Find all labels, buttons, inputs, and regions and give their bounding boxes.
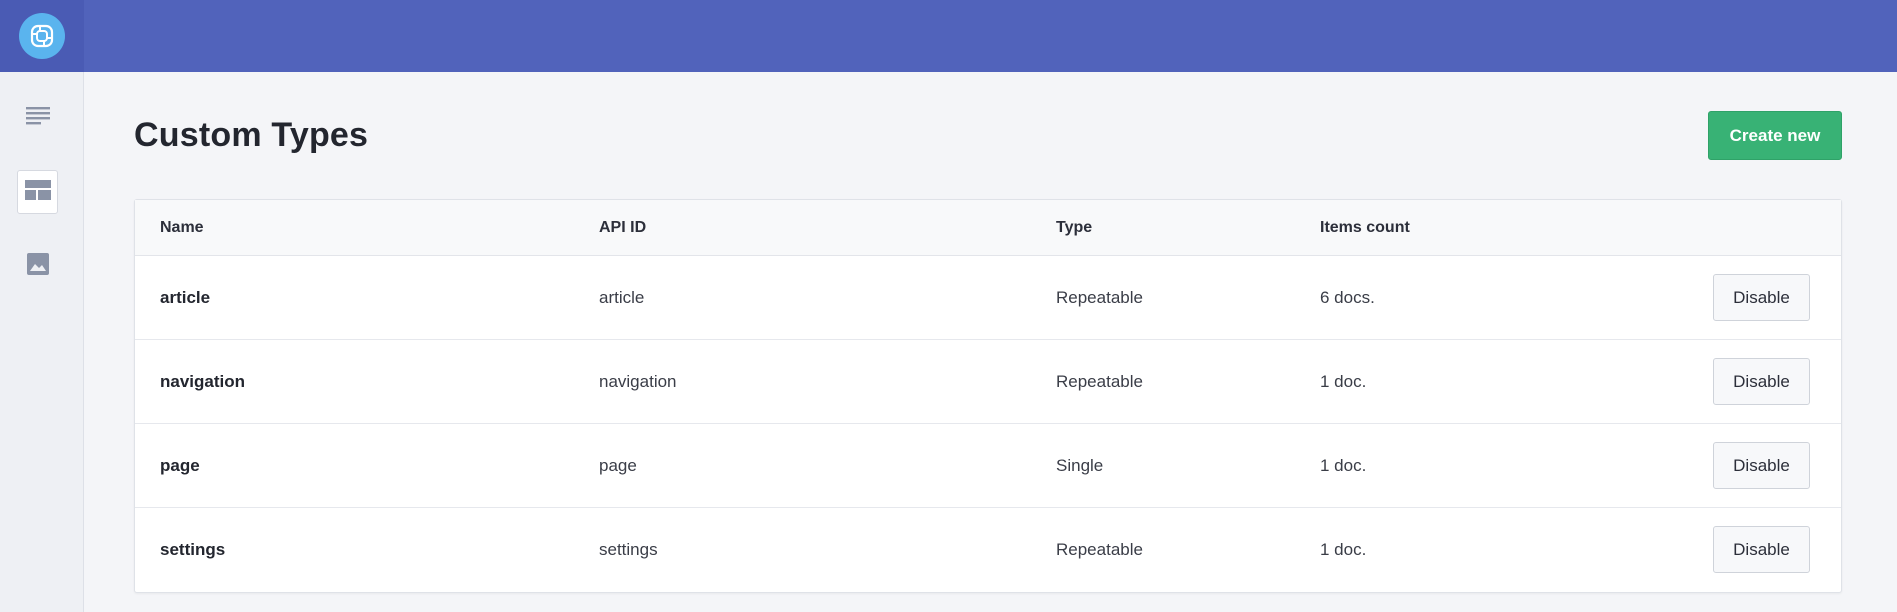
items-count: 1 doc. xyxy=(1320,456,1367,475)
sidebar xyxy=(0,72,84,612)
type-api-id: article xyxy=(599,288,645,307)
items-count: 1 doc. xyxy=(1320,372,1367,391)
column-header-type: Type xyxy=(1056,219,1093,236)
type-api-id: page xyxy=(599,456,637,475)
column-header-api-id: API ID xyxy=(599,219,647,236)
custom-types-table: Name API ID Type Items count article art… xyxy=(134,199,1842,593)
image-icon xyxy=(26,252,50,281)
disable-button[interactable]: Disable xyxy=(1713,274,1810,321)
items-count: 1 doc. xyxy=(1320,540,1367,559)
table-row[interactable]: settings settings Repeatable 1 doc. Disa… xyxy=(135,508,1841,592)
table-row[interactable]: article article Repeatable 6 docs. Disab… xyxy=(135,256,1841,340)
custom-types-layout-icon xyxy=(24,179,51,205)
sidebar-item-documents[interactable] xyxy=(17,95,58,139)
column-header-name: Name xyxy=(160,219,204,236)
page-title: Custom Types xyxy=(134,116,369,154)
type-name[interactable]: navigation xyxy=(160,340,245,424)
type-name[interactable]: article xyxy=(160,256,210,340)
list-lines-icon xyxy=(25,105,50,130)
type-api-id: settings xyxy=(599,540,658,559)
sidebar-item-media[interactable] xyxy=(17,244,58,288)
app-window: Custom Types Create new Name API ID Type… xyxy=(0,0,1897,612)
prismic-logo-icon[interactable] xyxy=(19,13,65,59)
type-name[interactable]: settings xyxy=(160,508,225,592)
top-bar xyxy=(0,0,1897,72)
type-kind: Single xyxy=(1056,456,1104,475)
logo-cell[interactable] xyxy=(0,0,84,72)
table-header: Name API ID Type Items count xyxy=(135,200,1841,256)
disable-button[interactable]: Disable xyxy=(1713,358,1810,405)
table-row[interactable]: navigation navigation Repeatable 1 doc. … xyxy=(135,340,1841,424)
create-new-button[interactable]: Create new xyxy=(1708,111,1842,160)
column-header-items-count: Items count xyxy=(1320,219,1410,236)
type-kind: Repeatable xyxy=(1056,288,1143,307)
items-count: 6 docs. xyxy=(1320,288,1375,307)
disable-button[interactable]: Disable xyxy=(1713,526,1810,573)
type-kind: Repeatable xyxy=(1056,372,1143,391)
disable-button[interactable]: Disable xyxy=(1713,442,1810,489)
type-api-id: navigation xyxy=(599,372,677,391)
type-kind: Repeatable xyxy=(1056,540,1143,559)
table-row[interactable]: page page Single 1 doc. Disable xyxy=(135,424,1841,508)
sidebar-item-custom-types[interactable] xyxy=(17,170,58,214)
type-name[interactable]: page xyxy=(160,424,200,508)
